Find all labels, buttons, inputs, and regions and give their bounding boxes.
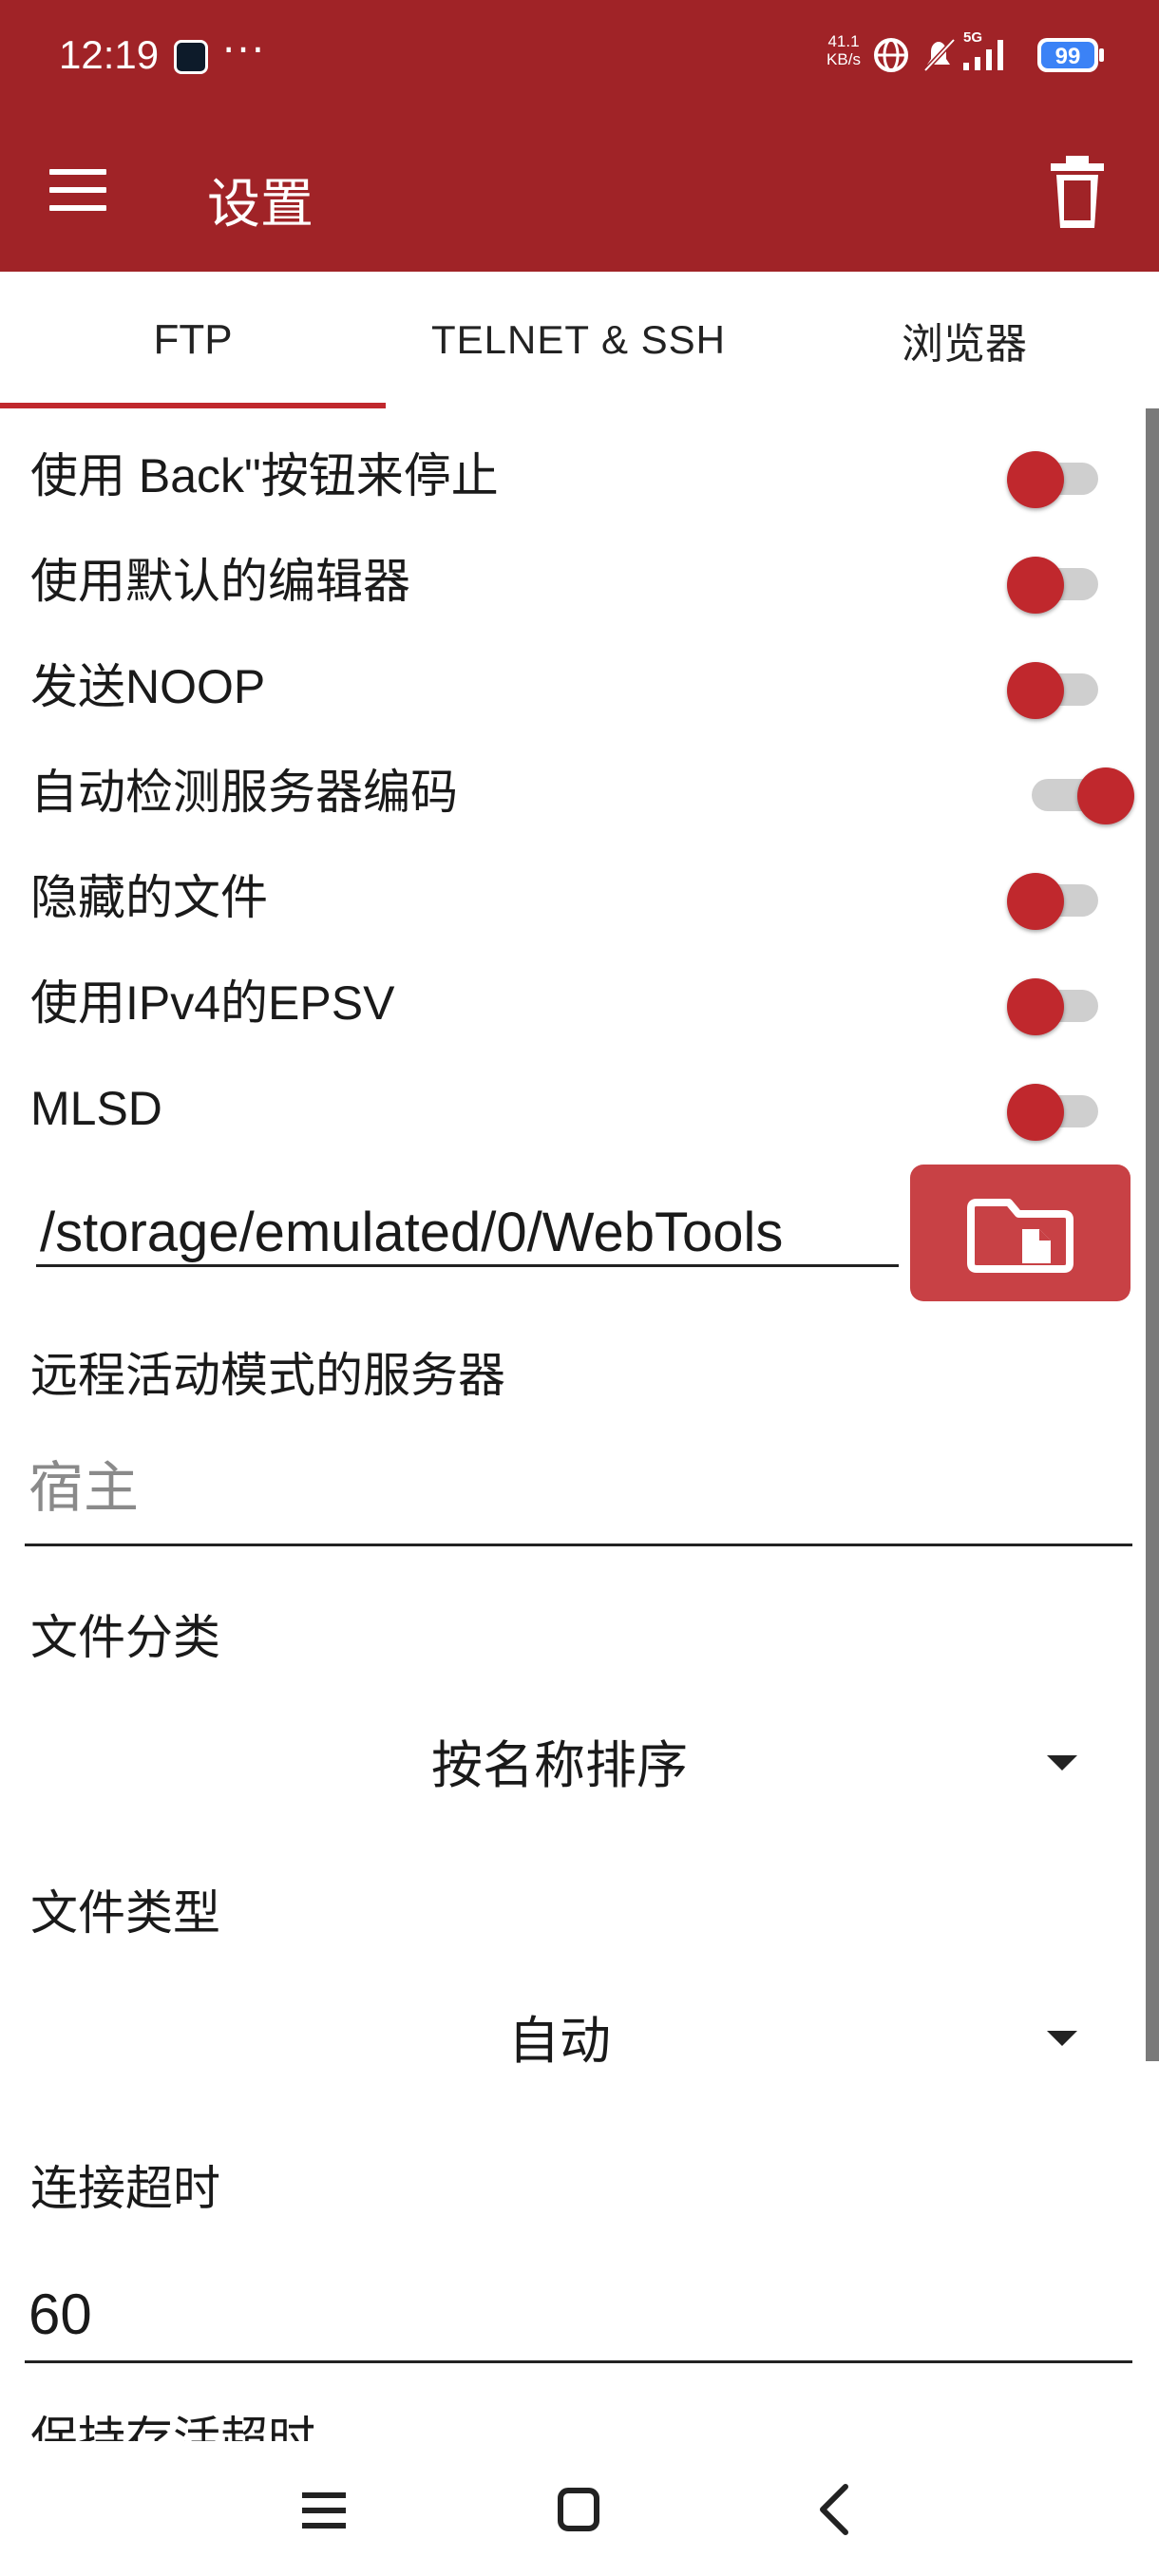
download-path-field[interactable] bbox=[36, 1201, 899, 1267]
more-notifications-icon: ··· bbox=[222, 27, 267, 73]
status-bar: 12:19 ··· 41.1 KB/s 5G 99 bbox=[0, 0, 1159, 112]
network-speed: 41.1 KB/s bbox=[823, 32, 864, 68]
toggle-row-epsv-ipv4: 使用IPv4的EPSV bbox=[0, 951, 1140, 1055]
toggle-row-auto-detect-encoding: 自动检测服务器编码 bbox=[0, 740, 1140, 844]
tab-ftp[interactable]: FTP bbox=[0, 272, 386, 408]
toggle-label: 使用 Back"按钮来停止 bbox=[30, 449, 499, 502]
choose-folder-button[interactable] bbox=[910, 1165, 1130, 1301]
toggle-label: 使用IPv4的EPSV bbox=[30, 976, 395, 1030]
hidden-files-switch[interactable] bbox=[1007, 867, 1102, 930]
connect-timeout-label: 连接超时 bbox=[30, 2162, 220, 2215]
network-speed-unit: KB/s bbox=[826, 50, 861, 68]
network-speed-value: 41.1 bbox=[827, 32, 860, 50]
tab-telnet-ssh[interactable]: TELNET & SSH bbox=[386, 272, 771, 408]
file-sort-value: 按名称排序 bbox=[431, 1737, 688, 1794]
toggle-label: 自动检测服务器编码 bbox=[30, 766, 458, 819]
toggle-row-hidden-files: 隐藏的文件 bbox=[0, 845, 1140, 950]
page-title: 设置 bbox=[207, 174, 314, 234]
remote-server-label: 远程活动模式的服务器 bbox=[30, 1349, 505, 1402]
home-icon[interactable] bbox=[536, 2470, 621, 2549]
default-editor-switch[interactable] bbox=[1007, 551, 1102, 614]
tab-browser[interactable]: 浏览器 bbox=[771, 272, 1157, 408]
battery-icon: 99 bbox=[1037, 38, 1104, 72]
globe-icon bbox=[874, 38, 908, 72]
epsv-ipv4-switch[interactable] bbox=[1007, 973, 1102, 1035]
toggle-row-default-editor: 使用默认的编辑器 bbox=[0, 529, 1140, 634]
mlsd-switch[interactable] bbox=[1007, 1078, 1102, 1141]
status-time: 12:19 bbox=[59, 32, 160, 77]
muted-bell-icon bbox=[923, 38, 956, 72]
download-path-row bbox=[0, 1165, 1159, 1307]
battery-level: 99 bbox=[1055, 44, 1081, 69]
toggle-label: MLSD bbox=[30, 1082, 162, 1135]
file-type-value: 自动 bbox=[508, 2013, 611, 2070]
toggle-label: 发送NOOP bbox=[30, 660, 266, 713]
toggle-label: 隐藏的文件 bbox=[30, 871, 268, 924]
auto-detect-encoding-switch[interactable] bbox=[1024, 762, 1134, 824]
folder-icon bbox=[967, 1199, 1074, 1273]
network-type: 5G bbox=[963, 29, 982, 46]
system-nav-bar bbox=[0, 2441, 1159, 2576]
trash-icon[interactable] bbox=[1051, 156, 1104, 228]
dropdown-arrow-icon bbox=[1047, 2031, 1077, 2046]
host-field[interactable] bbox=[25, 1432, 1132, 1546]
back-button-stop-switch[interactable] bbox=[1007, 445, 1102, 508]
hamburger-menu-icon[interactable] bbox=[49, 169, 106, 211]
app-toolbar: 设置 bbox=[0, 112, 1159, 272]
tab-bar: FTP TELNET & SSH 浏览器 bbox=[0, 272, 1159, 408]
toggle-row-back-button: 使用 Back"按钮来停止 bbox=[0, 424, 1140, 528]
file-sort-dropdown[interactable]: 按名称排序 bbox=[25, 1714, 1132, 1818]
file-type-label: 文件类型 bbox=[30, 1886, 220, 1940]
app-notification-icon bbox=[174, 40, 208, 74]
toggle-row-send-noop: 发送NOOP bbox=[0, 635, 1140, 739]
settings-screen: 12:19 ··· 41.1 KB/s 5G 99 设置 FTP TELNET … bbox=[0, 0, 1159, 2576]
dropdown-arrow-icon bbox=[1047, 1755, 1077, 1771]
connect-timeout-field[interactable] bbox=[25, 2268, 1132, 2363]
toggle-row-mlsd: MLSD bbox=[0, 1056, 1140, 1161]
send-noop-switch[interactable] bbox=[1007, 656, 1102, 719]
back-icon[interactable] bbox=[792, 2470, 878, 2549]
signal-5g-icon: 5G bbox=[963, 29, 1003, 70]
file-sort-label: 文件分类 bbox=[30, 1611, 220, 1664]
toggle-label: 使用默认的编辑器 bbox=[30, 555, 410, 608]
file-type-dropdown[interactable]: 自动 bbox=[25, 1989, 1132, 2093]
recent-apps-icon[interactable] bbox=[281, 2470, 367, 2549]
